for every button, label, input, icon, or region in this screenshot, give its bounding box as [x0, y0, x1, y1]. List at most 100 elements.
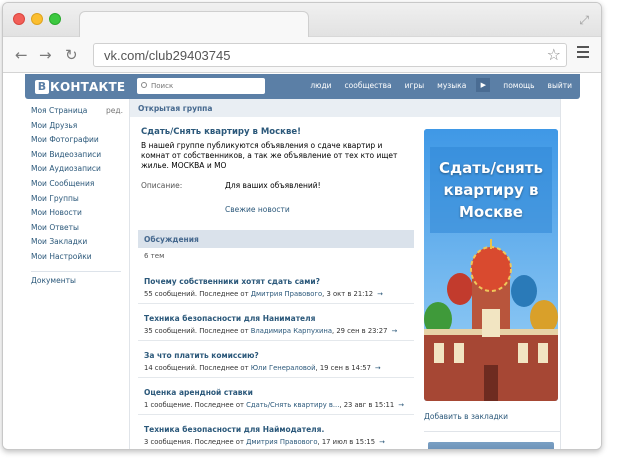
- member-thumbnail[interactable]: [428, 442, 554, 449]
- address-bar[interactable]: vk.com/club29403745 ☆: [93, 43, 567, 67]
- banner-line: Москве: [459, 203, 523, 221]
- sidebar-item-documents[interactable]: Документы: [31, 276, 123, 291]
- nav-communities[interactable]: сообщества: [345, 81, 392, 92]
- topic-item: Почему собственники хотят сдать сами? 55…: [138, 267, 414, 304]
- add-to-bookmarks-link[interactable]: Добавить в закладки: [424, 412, 560, 421]
- topic-author-link[interactable]: Юли Генераловой: [251, 364, 316, 372]
- nav-music[interactable]: музыка: [437, 81, 466, 92]
- topic-meta: 55 сообщений. Последнее от Дмитрия Право…: [144, 290, 408, 298]
- close-window-button[interactable]: [13, 13, 25, 25]
- nav-people[interactable]: люди: [310, 81, 331, 92]
- sidebar-item-messages[interactable]: Мои Сообщения: [31, 179, 123, 194]
- play-icon[interactable]: ▶: [476, 78, 491, 92]
- top-nav: люди сообщества игры музыка ▶ помощь вый…: [297, 78, 572, 92]
- topic-title-link[interactable]: Почему собственники хотят сдать сами?: [144, 277, 408, 286]
- discussions-header[interactable]: Обсуждения: [138, 230, 414, 248]
- nav-help[interactable]: помощь: [503, 81, 534, 92]
- topic-item: За что платить комиссию? 14 сообщений. П…: [138, 341, 414, 378]
- topic-author-link[interactable]: Сдать/Снять квартиру в...: [246, 401, 339, 409]
- topic-date: , 23 авг в 15:11: [339, 401, 395, 409]
- topic-title-link[interactable]: За что платить комиссию?: [144, 351, 408, 360]
- topic-meta-text: 3 сообщения. Последнее от: [144, 438, 247, 446]
- topic-date: , 19 сен в 14:57: [315, 364, 371, 372]
- browser-tab[interactable]: [79, 11, 309, 38]
- sidebar-item-settings[interactable]: Мои Настройки: [31, 252, 123, 267]
- topic-meta-text: 35 сообщений. Последнее от: [144, 327, 251, 335]
- sidebar-item-my-page[interactable]: Моя Страница ред.: [31, 106, 123, 121]
- topic-meta: 1 сообщение. Последнее от Сдать/Снять кв…: [144, 401, 408, 409]
- topic-author-link[interactable]: Дмитрия Правового: [246, 438, 317, 446]
- sidebar-item-bookmarks[interactable]: Мои Закладки: [31, 237, 123, 252]
- group-avatar[interactable]: Сдать/снять квартиру в Москве: [424, 129, 558, 401]
- forward-arrow-icon[interactable]: →: [39, 46, 52, 64]
- vk-logo-text: КОНТАКТЕ: [50, 79, 126, 94]
- topic-meta-text: 14 сообщений. Последнее от: [144, 364, 251, 372]
- browser-window: ⤢ ← → ↻ vk.com/club29403745 ☆ В КОНТАКТЕ…: [2, 2, 602, 450]
- topic-author-link[interactable]: Владимира Карпухина: [251, 327, 332, 335]
- search-box: [137, 78, 265, 94]
- topic-meta: 14 сообщений. Последнее от Юли Генералов…: [144, 364, 408, 372]
- topic-date: , 17 июл в 15:15: [317, 438, 376, 446]
- topic-meta: 3 сообщения. Последнее от Дмитрия Правов…: [144, 438, 408, 446]
- fullscreen-icon[interactable]: ⤢: [579, 13, 589, 28]
- search-icon: [141, 82, 147, 88]
- url-text: vk.com/club29403745: [104, 48, 231, 63]
- reload-icon[interactable]: ↻: [65, 46, 78, 64]
- edit-link[interactable]: ред.: [106, 106, 123, 115]
- divider: [424, 431, 560, 432]
- go-to-last-arrow-icon[interactable]: →: [398, 401, 404, 409]
- topic-title-link[interactable]: Техника безопасности для Наймодателя.: [144, 425, 408, 434]
- fresh-news-link[interactable]: Свежие новости: [225, 205, 290, 214]
- topic-item: Оценка арендной ставки 1 сообщение. Посл…: [138, 378, 414, 415]
- title-bar: ⤢: [3, 3, 601, 38]
- back-arrow-icon[interactable]: ←: [15, 46, 28, 64]
- sidebar-item-groups[interactable]: Мои Группы: [31, 194, 123, 209]
- go-to-last-arrow-icon[interactable]: →: [377, 290, 383, 298]
- vk-logo[interactable]: В КОНТАКТЕ: [35, 79, 125, 94]
- sidebar-item-friends[interactable]: Мои Друзья: [31, 121, 123, 136]
- sidebar-item-answers[interactable]: Мои Ответы: [31, 223, 123, 238]
- menu-icon[interactable]: [577, 46, 589, 61]
- topic-meta: 35 сообщений. Последнее от Владимира Кар…: [144, 327, 408, 335]
- description-value: Для ваших объявлений!: [225, 181, 321, 190]
- go-to-last-arrow-icon[interactable]: →: [391, 327, 397, 335]
- left-sidebar: Моя Страница ред. Мои Друзья Мои Фотогра…: [31, 106, 123, 290]
- topic-item: Техника безопасности для Наймодателя. 3 …: [138, 415, 414, 449]
- sidebar-item-news[interactable]: Мои Новости: [31, 208, 123, 223]
- minimize-window-button[interactable]: [31, 13, 43, 25]
- topic-title-link[interactable]: Техника безопасности для Нанимателя: [144, 314, 408, 323]
- nav-logout[interactable]: выйти: [548, 81, 572, 92]
- topic-item: Техника безопасности для Нанимателя 35 с…: [138, 304, 414, 341]
- topic-author-link[interactable]: Дмитрия Правового: [251, 290, 322, 298]
- banner-text: Сдать/снять квартиру в Москве: [424, 157, 558, 223]
- topic-list: Почему собственники хотят сдать сами? 55…: [138, 267, 414, 449]
- topic-date: , 3 окт в 21:12: [322, 290, 374, 298]
- group-title: Сдать/Снять квартиру в Москве!: [141, 127, 301, 137]
- sidebar-item-label: Моя Страница: [31, 106, 88, 115]
- group-type-header: Открытая группа: [130, 99, 560, 117]
- bookmark-star-icon[interactable]: ☆: [547, 45, 561, 64]
- group-description: В нашей группе публикуются объявления о …: [141, 141, 398, 170]
- search-input[interactable]: [151, 80, 261, 92]
- sidebar-divider: [31, 270, 121, 272]
- group-avatar-column: Сдать/снять квартиру в Москве Добавить в…: [424, 129, 560, 449]
- main-content: Открытая группа Сдать/Снять квартиру в М…: [129, 99, 561, 449]
- nav-games[interactable]: игры: [405, 81, 425, 92]
- description-label: Описание:: [141, 181, 183, 190]
- topic-title-link[interactable]: Оценка арендной ставки: [144, 388, 408, 397]
- discussions-count: 6 тем: [144, 252, 165, 260]
- go-to-last-arrow-icon[interactable]: →: [379, 438, 385, 446]
- vk-logo-mark: В: [35, 79, 49, 94]
- go-to-last-arrow-icon[interactable]: →: [375, 364, 381, 372]
- vk-header: В КОНТАКТЕ люди сообщества игры музыка ▶…: [25, 74, 580, 99]
- browser-toolbar: ← → ↻ vk.com/club29403745 ☆: [3, 37, 601, 73]
- web-page: В КОНТАКТЕ люди сообщества игры музыка ▶…: [3, 74, 601, 449]
- topic-meta-text: 1 сообщение. Последнее от: [144, 401, 247, 409]
- topic-date: , 29 сен в 23:27: [332, 327, 388, 335]
- zoom-window-button[interactable]: [49, 13, 61, 25]
- sidebar-item-photos[interactable]: Мои Фотографии: [31, 135, 123, 150]
- topic-meta-text: 55 сообщений. Последнее от: [144, 290, 251, 298]
- sidebar-item-videos[interactable]: Мои Видеозаписи: [31, 150, 123, 165]
- sidebar-item-audio[interactable]: Мои Аудиозаписи: [31, 164, 123, 179]
- banner-line: Сдать/снять: [439, 159, 543, 177]
